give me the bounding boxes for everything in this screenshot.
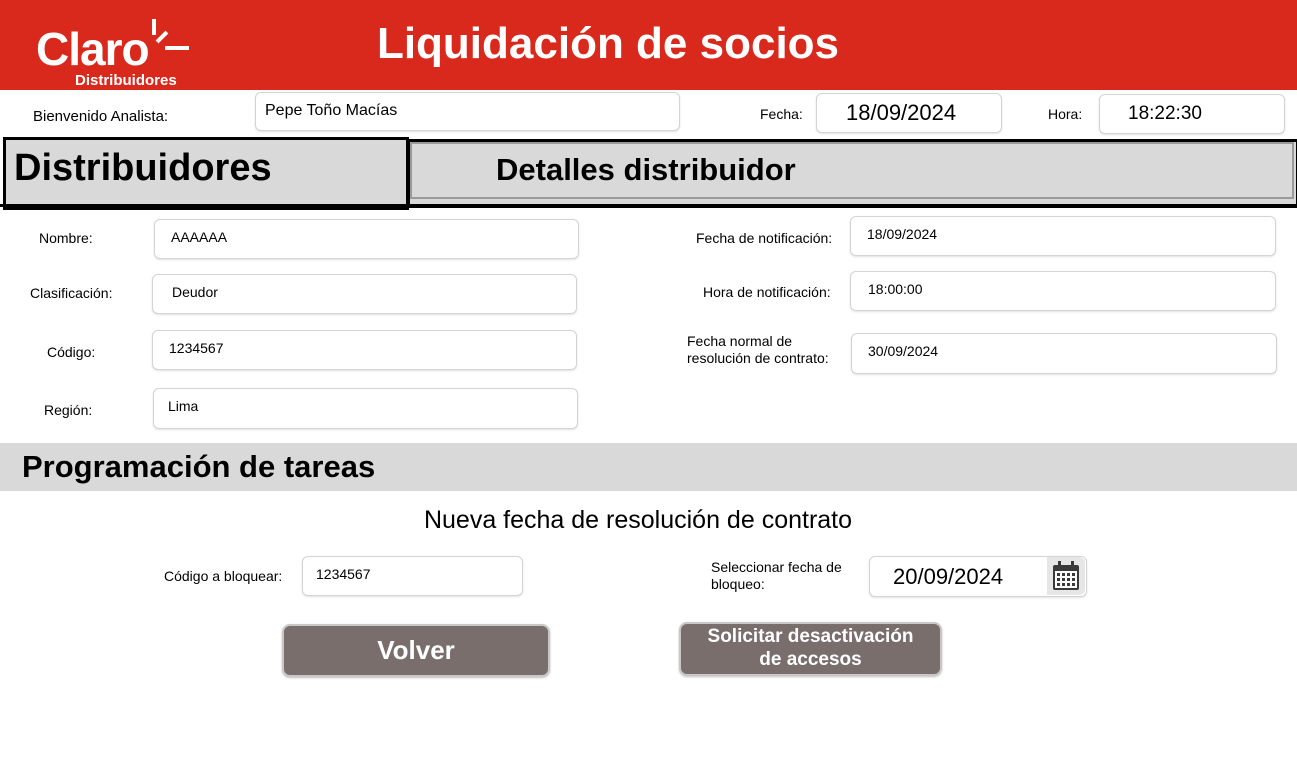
code-value: 1234567 (169, 340, 224, 356)
classification-field[interactable]: Deudor (152, 274, 577, 314)
calendar-icon[interactable] (1047, 557, 1085, 595)
analyst-name-value: Pepe Toño Macías (265, 102, 398, 119)
notification-date-field[interactable]: 18/09/2024 (850, 216, 1276, 256)
block-code-label: Código a bloquear: (164, 568, 283, 584)
region-value: Lima (168, 398, 199, 414)
classification-value: Deudor (172, 284, 218, 300)
normal-resolution-date-label: Fecha normal de resolución de contrato: (687, 333, 829, 367)
current-time-value: 18:22:30 (1128, 103, 1202, 124)
page-title: Liquidación de socios (376, 19, 840, 68)
block-code-input[interactable]: 1234567 (302, 556, 523, 596)
section-divider (0, 204, 1297, 207)
date-label: Fecha: (760, 106, 803, 122)
current-date-field: 18/09/2024 (816, 93, 1002, 133)
name-field[interactable]: AAAAAA (154, 219, 579, 259)
request-deactivation-label-line1: Solicitar desactivación (707, 626, 914, 648)
current-time-field: 18:22:30 (1099, 94, 1285, 134)
classification-label: Clasificación: (30, 285, 113, 301)
calendar-glyph-icon (1053, 561, 1079, 590)
analyst-name-field: Pepe Toño Macías (255, 92, 680, 131)
notification-date-value: 18/09/2024 (867, 226, 938, 242)
block-date-value: 20/09/2024 (893, 563, 1004, 589)
name-label: Nombre: (39, 230, 93, 246)
notification-time-value: 18:00:00 (868, 281, 923, 297)
block-date-label-line1: Seleccionar fecha de (711, 559, 842, 575)
tab-distribuidores-label: Distribuidores (14, 147, 272, 189)
block-date-label-line2: bloqueo: (711, 575, 765, 592)
region-label: Región: (44, 402, 93, 418)
tasks-section-title: Programación de tareas (22, 449, 376, 484)
back-button-label: Volver (377, 634, 455, 665)
notification-time-label: Hora de notificación: (703, 284, 831, 300)
logo-subtitle: Distribuidores (75, 72, 177, 89)
tab-detalles-label: Detalles distribuidor (496, 152, 796, 187)
normal-resolution-label-line1: Fecha normal de (687, 333, 793, 349)
time-label: Hora: (1048, 106, 1083, 122)
request-deactivation-label-line2: de accesos (759, 649, 862, 670)
name-value: AAAAAA (171, 229, 228, 245)
back-button[interactable]: Volver (282, 624, 550, 677)
tasks-subtitle: Nueva fecha de resolución de contrato (423, 506, 853, 534)
notification-date-label: Fecha de notificación: (696, 230, 833, 246)
normal-resolution-date-field[interactable]: 30/09/2024 (851, 333, 1277, 374)
block-date-label: Seleccionar fecha de bloqueo: (711, 559, 842, 593)
welcome-label: Bienvenido Analista: (33, 108, 169, 125)
normal-resolution-label-line2: resolución de contrato: (687, 349, 829, 366)
region-field[interactable]: Lima (153, 388, 578, 429)
code-label: Código: (47, 344, 96, 360)
current-date-value: 18/09/2024 (846, 100, 957, 125)
code-field[interactable]: 1234567 (152, 330, 577, 370)
request-deactivation-button[interactable]: Solicitar desactivación de accesos (679, 622, 942, 676)
notification-time-field[interactable]: 18:00:00 (850, 271, 1276, 311)
normal-resolution-date-value: 30/09/2024 (868, 343, 939, 359)
block-code-value: 1234567 (316, 566, 371, 582)
